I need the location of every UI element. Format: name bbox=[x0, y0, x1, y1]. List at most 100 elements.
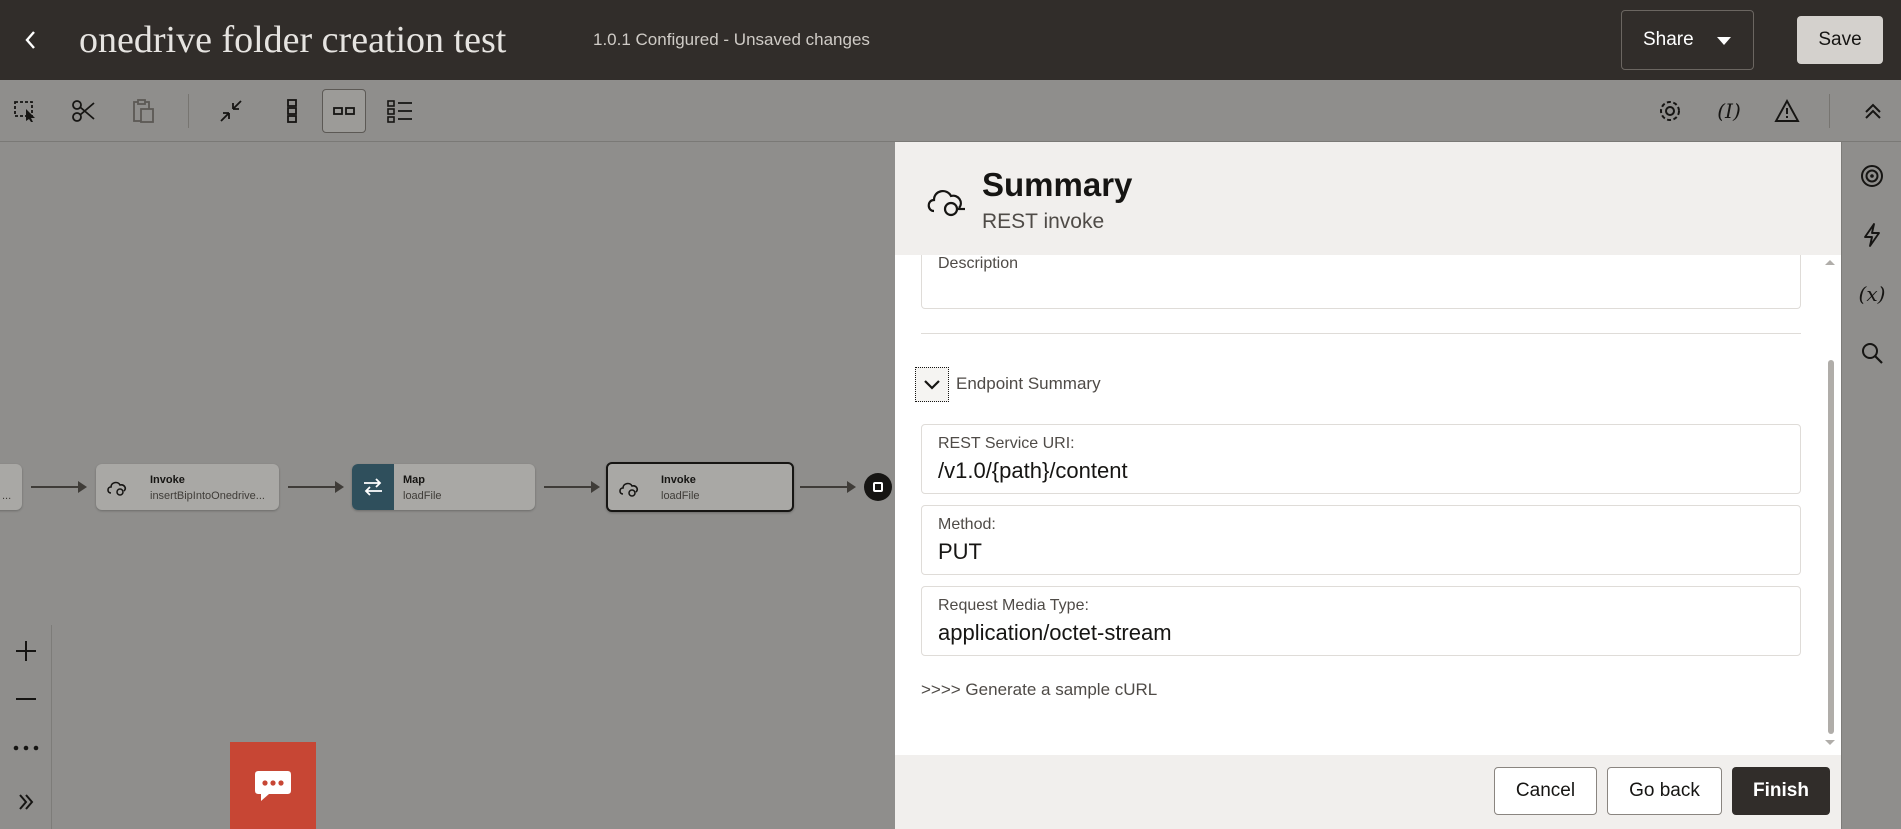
field-value: /v1.0/{path}/content bbox=[938, 458, 1128, 483]
flow-connector bbox=[800, 481, 856, 493]
node-label: Map bbox=[403, 474, 425, 486]
integration-canvas[interactable]: ... Invoke insertBipIntoOnedrive... Map … bbox=[0, 142, 895, 829]
field-value: application/octet-stream bbox=[938, 620, 1172, 645]
field-label: Request Media Type: bbox=[938, 597, 1089, 614]
endpoint-summary-toggle[interactable] bbox=[915, 367, 949, 402]
end-node[interactable] bbox=[864, 473, 892, 501]
scroll-down-arrow[interactable] bbox=[1825, 740, 1835, 745]
map-tile bbox=[352, 464, 394, 510]
stop-icon bbox=[873, 482, 883, 492]
description-field[interactable] bbox=[921, 255, 1801, 309]
flow-connector bbox=[288, 481, 344, 493]
canvas-node-map[interactable]: Map loadFile bbox=[352, 464, 535, 510]
settings-button[interactable] bbox=[1648, 89, 1692, 133]
node-subtitle: loadFile bbox=[661, 490, 700, 502]
search-icon bbox=[1862, 343, 1883, 364]
search-button[interactable] bbox=[1850, 331, 1894, 375]
chevron-down-icon bbox=[924, 379, 940, 390]
canvas-node-invoke[interactable]: Invoke insertBipIntoOnedrive... bbox=[96, 464, 279, 510]
node-label: Invoke bbox=[661, 474, 696, 486]
chat-button[interactable] bbox=[230, 742, 316, 829]
business-identifiers-button[interactable] bbox=[1850, 154, 1894, 198]
expand-panel-button[interactable] bbox=[0, 778, 52, 826]
lightning-icon bbox=[1864, 223, 1880, 247]
zoom-in-button[interactable] bbox=[0, 627, 52, 675]
toolbar-divider bbox=[188, 94, 189, 128]
variables-icon: (x) bbox=[1858, 282, 1886, 306]
double-chevron-right-icon bbox=[19, 794, 34, 810]
flow-connector bbox=[544, 481, 600, 493]
node-subtitle: insertBipIntoOnedrive... bbox=[150, 490, 265, 502]
share-label: Share bbox=[1643, 29, 1694, 50]
select-button[interactable] bbox=[4, 89, 48, 133]
field-label: Method: bbox=[938, 516, 996, 533]
share-button[interactable]: Share bbox=[1621, 10, 1754, 70]
cloud-invoke-icon bbox=[107, 481, 127, 496]
description-label: Description bbox=[938, 255, 1019, 272]
expand-up-icon bbox=[1865, 103, 1881, 119]
canvas-node-partial[interactable]: ... bbox=[0, 464, 22, 510]
expand-up-button[interactable] bbox=[1851, 89, 1895, 133]
canvas-node-invoke-selected[interactable]: Invoke loadFile bbox=[606, 462, 794, 512]
canvas-toolbar: (I) bbox=[0, 80, 1901, 142]
variables-button[interactable]: (x) bbox=[1850, 272, 1894, 316]
field-value: PUT bbox=[938, 539, 982, 564]
vertical-layout-icon bbox=[287, 99, 297, 123]
zoom-out-button[interactable] bbox=[0, 675, 52, 723]
horizontal-layout-button[interactable] bbox=[322, 89, 366, 133]
finish-button[interactable]: Finish bbox=[1732, 767, 1830, 815]
scroll-up-arrow[interactable] bbox=[1825, 260, 1835, 265]
caret-down-icon bbox=[1717, 37, 1731, 45]
go-back-button[interactable]: Go back bbox=[1607, 767, 1722, 815]
method-field: Method: PUT bbox=[921, 505, 1801, 575]
drawer-title: Summary bbox=[982, 166, 1133, 203]
ellipsis-icon bbox=[13, 745, 39, 751]
paste-button[interactable] bbox=[121, 89, 165, 133]
drawer-subtitle: REST invoke bbox=[982, 210, 1105, 233]
map-arrows-icon bbox=[364, 478, 382, 496]
tracking-icon: (I) bbox=[1717, 99, 1741, 123]
warning-icon bbox=[1774, 99, 1800, 122]
plus-icon bbox=[16, 641, 36, 661]
cut-button[interactable] bbox=[62, 89, 106, 133]
cloud-invoke-icon bbox=[927, 190, 965, 217]
collapse-icon bbox=[220, 100, 242, 122]
settings-icon bbox=[1660, 101, 1680, 121]
right-rail: (x) bbox=[1841, 142, 1901, 829]
drawer-footer: Cancel Go back Finish bbox=[895, 755, 1841, 829]
node-subtitle: loadFile bbox=[403, 490, 442, 502]
toolbar-divider bbox=[1829, 94, 1830, 128]
vertical-layout-button[interactable] bbox=[270, 89, 314, 133]
back-button[interactable] bbox=[14, 20, 46, 60]
zoom-panel bbox=[0, 625, 52, 829]
field-label: REST Service URI: bbox=[938, 435, 1075, 452]
cut-icon bbox=[72, 100, 95, 122]
node-label: Invoke bbox=[150, 474, 185, 486]
warnings-button[interactable] bbox=[1765, 89, 1809, 133]
rest-service-uri-field: REST Service URI: /v1.0/{path}/content bbox=[921, 424, 1801, 494]
paste-icon bbox=[133, 99, 154, 123]
section-divider bbox=[921, 333, 1801, 334]
save-button[interactable]: Save bbox=[1797, 16, 1883, 64]
flow-connector bbox=[31, 481, 87, 493]
tracking-button[interactable]: (I) bbox=[1707, 89, 1751, 133]
chat-bubble-icon bbox=[255, 770, 291, 801]
more-options-button[interactable] bbox=[0, 724, 52, 772]
request-media-type-field: Request Media Type: application/octet-st… bbox=[921, 586, 1801, 656]
select-icon bbox=[14, 101, 35, 122]
actions-button[interactable] bbox=[1850, 213, 1894, 257]
node-subtitle: ... bbox=[2, 490, 12, 502]
generate-curl-link[interactable]: >>>> Generate a sample cURL bbox=[921, 680, 1157, 700]
scrollbar-thumb[interactable] bbox=[1828, 360, 1834, 734]
pseudo-view-icon bbox=[387, 100, 412, 123]
minus-icon bbox=[16, 698, 36, 700]
collapse-button[interactable] bbox=[209, 89, 253, 133]
target-icon bbox=[1861, 165, 1883, 187]
horizontal-layout-icon bbox=[333, 107, 355, 115]
cloud-invoke-icon bbox=[619, 482, 639, 497]
cancel-button[interactable]: Cancel bbox=[1494, 767, 1597, 815]
summary-drawer: Summary REST invoke Description Endpoint… bbox=[895, 142, 1841, 829]
endpoint-summary-label: Endpoint Summary bbox=[956, 374, 1101, 393]
app-header: onedrive folder creation test 1.0.1 Conf… bbox=[0, 0, 1901, 80]
pseudo-view-button[interactable] bbox=[378, 89, 422, 133]
